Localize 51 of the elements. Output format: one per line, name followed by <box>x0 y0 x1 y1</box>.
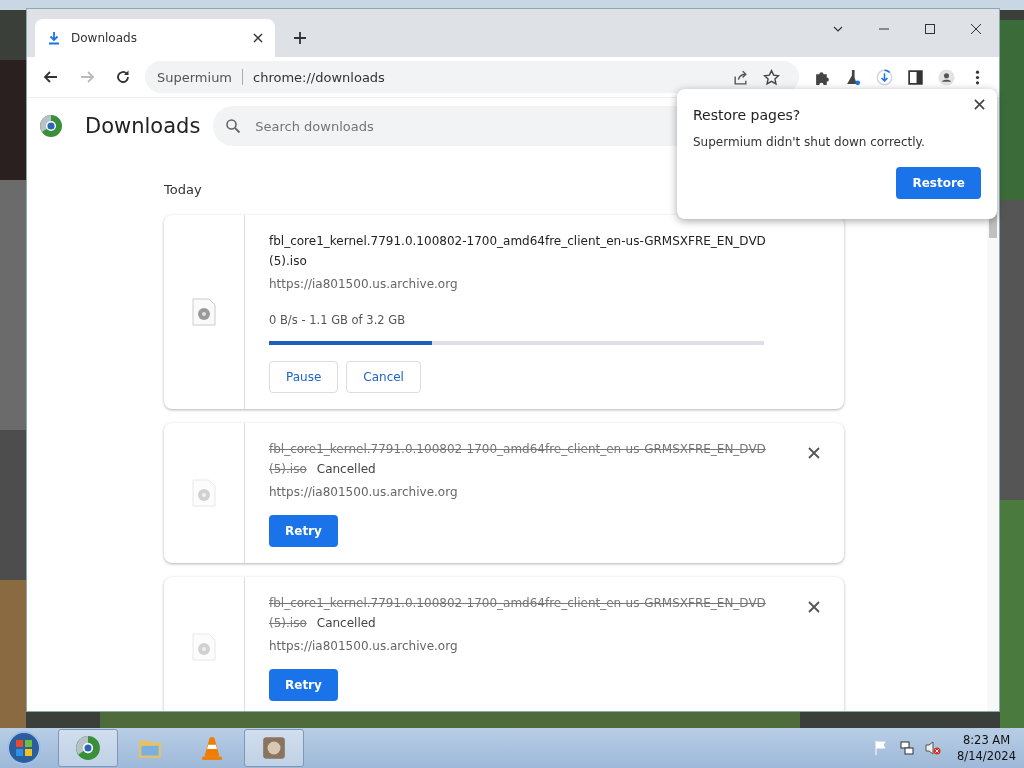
browser-icon <box>75 735 101 761</box>
restore-button[interactable]: Restore <box>896 167 981 199</box>
profile-icon[interactable] <box>938 68 955 86</box>
traffic-cone-icon <box>199 735 225 761</box>
source-url[interactable]: https://ia801500.us.archive.org <box>269 485 769 499</box>
progress-text: 0 B/s - 1.1 GB of 3.2 GB <box>269 313 407 327</box>
url-text: chrome://downloads <box>253 69 385 85</box>
reload-icon[interactable] <box>115 69 131 85</box>
browser-taskbar-button[interactable] <box>58 729 118 767</box>
share-icon[interactable] <box>732 68 749 86</box>
page-title: Downloads <box>85 114 201 138</box>
browser-tab[interactable]: Downloads <box>35 19 275 57</box>
flask-icon[interactable] <box>845 68 862 86</box>
file-icon <box>192 298 216 326</box>
search-icon <box>225 118 242 134</box>
app-taskbar-button[interactable] <box>244 729 304 767</box>
file-name[interactable]: fbl_core1_kernel.7791.0.100802-1700_amd64fre_client_en-us-GRMSXFRE_EN_DVD (5).iso <box>269 231 769 271</box>
section-heading: Today <box>164 182 203 197</box>
app-icon <box>261 735 287 761</box>
start-icon[interactable] <box>6 730 42 766</box>
close-icon[interactable] <box>253 33 263 43</box>
browser-logo-icon <box>39 114 63 138</box>
download-icon[interactable] <box>876 68 893 86</box>
file-icon <box>192 633 216 661</box>
clock-date[interactable]: 8/14/2024 <box>957 748 1016 764</box>
close-icon[interactable] <box>970 23 982 35</box>
address-bar[interactable]: Supermium chrome://downloads <box>145 61 799 93</box>
new-tab-icon[interactable] <box>293 31 307 45</box>
close-icon[interactable] <box>974 99 985 110</box>
action-button[interactable]: Cancel <box>346 361 421 393</box>
close-icon[interactable] <box>808 447 820 459</box>
muted-speaker-icon[interactable] <box>925 740 942 756</box>
action-button[interactable]: Pause <box>269 361 339 393</box>
source-url[interactable]: https://ia801500.us.archive.org <box>269 639 769 653</box>
file-icon <box>192 479 216 507</box>
side-panel-icon[interactable] <box>907 68 924 86</box>
file-name[interactable]: fbl_core1_kernel.7791.0.100802-1700_amd64fre_client_en-us-GRMSXFRE_EN_DVD (5).iso Cancelled <box>269 439 769 479</box>
retry-button[interactable]: Retry <box>269 669 338 701</box>
tab-title: Downloads <box>71 31 138 45</box>
file-name[interactable]: fbl_core1_kernel.7791.0.100802-1700_amd64fre_client_en-us-GRMSXFRE_EN_DVD (5).iso Cancelled <box>269 593 769 633</box>
download-icon <box>47 31 61 45</box>
site-name: Supermium <box>157 69 233 85</box>
clock-time[interactable]: 8:23 AM <box>962 732 1011 748</box>
source-url[interactable]: https://ia801500.us.archive.org <box>269 277 769 291</box>
star-icon[interactable] <box>763 68 780 86</box>
network-icon[interactable] <box>899 740 916 756</box>
back-icon[interactable] <box>43 69 59 85</box>
forward-icon <box>79 69 95 85</box>
close-icon[interactable] <box>808 601 820 613</box>
maximize-icon[interactable] <box>924 23 936 35</box>
retry-button[interactable]: Retry <box>269 515 338 547</box>
